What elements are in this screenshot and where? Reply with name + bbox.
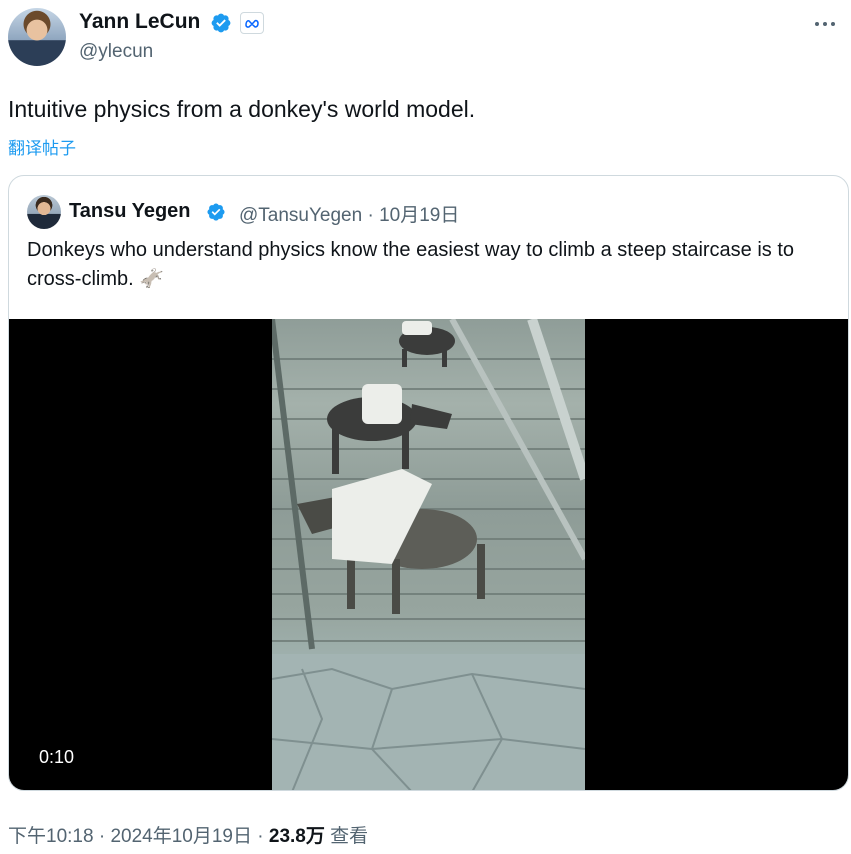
quoted-author-handle[interactable]: @TansuYegen: [239, 205, 362, 226]
author-handle[interactable]: @ylecun: [79, 41, 153, 63]
meta-affiliation-icon[interactable]: [240, 12, 264, 34]
views-label: 查看: [330, 826, 369, 847]
quoted-date[interactable]: 10月19日: [379, 205, 459, 226]
author-name[interactable]: Yann LeCun: [79, 10, 200, 34]
separator: ·: [98, 826, 106, 847]
video-frame-image: [272, 319, 585, 790]
quoted-tweet-text: Donkeys who understand physics know the …: [27, 239, 795, 290]
tweet-timestamp: 下午10:18 · 2024年10月19日 · 23.8万 查看: [8, 821, 368, 848]
verified-badge-icon: [207, 203, 225, 221]
separator: ·: [257, 826, 264, 847]
meta-icon: [245, 19, 259, 28]
quoted-author-name[interactable]: Tansu Yegen: [69, 200, 191, 223]
quoted-author-avatar[interactable]: [27, 195, 61, 229]
separator: ·: [367, 205, 374, 226]
quoted-tweet-card[interactable]: Tansu Yegen @TansuYegen · 10月19日 Donkeys…: [8, 175, 849, 791]
video-player[interactable]: 0:10: [9, 319, 848, 790]
quoted-meta: @TansuYegen · 10月19日: [239, 200, 459, 227]
more-dots-icon: [815, 22, 819, 26]
video-duration: 0:10: [39, 747, 75, 767]
post-date[interactable]: 2024年10月19日: [110, 826, 252, 847]
author-avatar[interactable]: [8, 8, 66, 66]
translate-post-link[interactable]: 翻译帖子: [8, 134, 76, 159]
views-count: 23.8万: [268, 826, 325, 847]
video-thumbnail: [272, 319, 585, 790]
more-options-button[interactable]: [807, 12, 843, 36]
post-time[interactable]: 下午10:18: [8, 826, 94, 847]
tweet-text: Intuitive physics from a donkey's world …: [8, 96, 476, 122]
verified-badge-icon[interactable]: [210, 12, 232, 34]
